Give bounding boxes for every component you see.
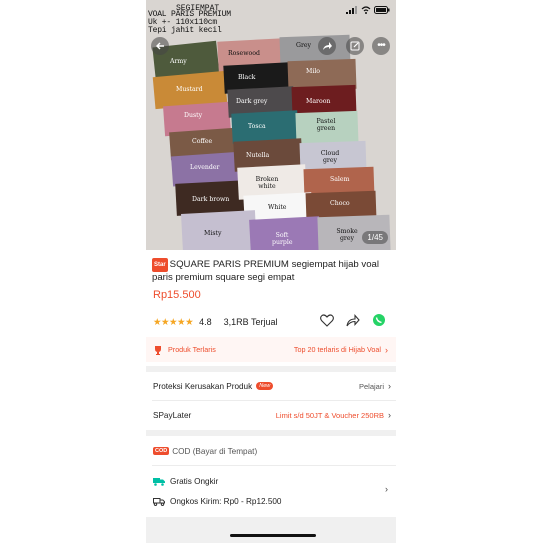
cod-badge: COD xyxy=(153,447,170,455)
back-arrow-icon xyxy=(156,42,164,50)
label-darkgrey: Dark grey xyxy=(236,98,268,105)
rating-stars-icon: ★★★★★ xyxy=(153,316,194,328)
row-divider xyxy=(152,400,396,401)
chevron-right-icon: › xyxy=(388,410,391,420)
caption-line-3: Tepi jahit kecil xyxy=(148,26,222,35)
bottom-area xyxy=(146,517,396,543)
label-smokegrey: Smoke grey xyxy=(336,228,358,242)
truck-icon xyxy=(153,497,165,506)
label-tosca: Tosca xyxy=(248,123,266,130)
rating-value: 4.8 xyxy=(199,317,212,327)
wifi-icon xyxy=(361,6,371,14)
phone-screen: Army Rosewood Grey Mustard Black Milo Du… xyxy=(146,0,396,543)
image-caption: VOAL PARIS PREMIUM Uk +- 110x110cm Tepi … xyxy=(148,11,231,35)
row-divider xyxy=(152,465,396,466)
caption-line-0: SEGIEMPAT xyxy=(176,4,220,13)
signal-icon xyxy=(346,6,357,14)
edit-icon xyxy=(350,41,360,51)
label-choco: Choco xyxy=(330,200,350,207)
spaylater-action[interactable]: Limit s/d 50JT & Voucher 250RB › xyxy=(276,410,391,420)
shipping-cost-label: Ongkos Kirim: Rp0 - Rp12.500 xyxy=(170,496,282,506)
spaylater-detail: Limit s/d 50JT & Voucher 250RB xyxy=(275,410,384,420)
free-shipping-label: Gratis Ongkir xyxy=(170,476,219,486)
share-arrow-icon[interactable] xyxy=(346,313,360,327)
back-button[interactable] xyxy=(151,37,169,55)
chevron-right-icon: › xyxy=(385,344,388,355)
best-seller-label: Produk Terlaris xyxy=(168,345,216,354)
label-dusty: Dusty xyxy=(184,112,203,119)
star-seller-badge: Star xyxy=(152,258,168,272)
label-milo: Milo xyxy=(306,68,321,75)
label-black: Black xyxy=(238,74,256,81)
label-maroon: Maroon xyxy=(306,98,331,105)
label-darkbrown: Dark brown xyxy=(192,196,230,203)
free-shipping-row[interactable]: Gratis Ongkir xyxy=(153,475,391,487)
label-nutella: Nutella xyxy=(246,152,270,159)
label-rosewood: Rosewood xyxy=(228,50,260,57)
best-seller-detail: Top 20 terlaris di Hijab Voal xyxy=(293,345,381,354)
label-mustard: Mustard xyxy=(176,86,203,93)
new-badge: New xyxy=(256,382,274,390)
chevron-right-icon[interactable]: › xyxy=(385,484,388,494)
more-icon: ••• xyxy=(377,40,385,51)
label-white: White xyxy=(268,204,287,211)
label-salem: Salem xyxy=(330,176,350,183)
protection-label: Proteksi Kerusakan Produk xyxy=(153,381,253,391)
sold-count: 3,1RB Terjual xyxy=(223,317,278,327)
label-misty: Misty xyxy=(204,230,222,237)
label-pastelgreen: Pastel green xyxy=(316,118,336,132)
trophy-icon xyxy=(155,345,161,355)
protection-row[interactable]: Proteksi Kerusakan Produk New Pelajari › xyxy=(153,380,391,392)
heart-icon[interactable] xyxy=(320,313,334,327)
shipping-cost-row[interactable]: Ongkos Kirim: Rp0 - Rp12.500 xyxy=(153,495,391,507)
edit-button[interactable] xyxy=(346,37,364,55)
product-title: SQUARE PARIS PREMIUM segiempat hijab voa… xyxy=(152,259,380,283)
learn-link: Pelajari xyxy=(358,381,384,391)
label-levender: Levender xyxy=(190,164,220,171)
share-button[interactable] xyxy=(318,37,336,55)
spaylater-label: SPayLater xyxy=(153,410,192,420)
spaylater-row[interactable]: SPayLater Limit s/d 50JT & Voucher 250RB… xyxy=(153,409,391,421)
protection-action[interactable]: Pelajari › xyxy=(359,381,391,391)
section-divider xyxy=(146,430,396,436)
section-divider xyxy=(146,366,396,372)
status-icons xyxy=(346,6,390,14)
free-shipping-truck-icon xyxy=(153,477,165,486)
label-grey: Grey xyxy=(296,42,312,49)
best-seller-banner[interactable]: Produk Terlaris Top 20 terlaris di Hijab… xyxy=(146,337,396,362)
chevron-right-icon: › xyxy=(388,381,391,391)
battery-icon xyxy=(374,6,390,14)
home-indicator[interactable] xyxy=(230,534,316,537)
share-icon xyxy=(323,42,332,50)
label-coffee: Coffee xyxy=(192,138,213,145)
cod-row: COD COD (Bayar di Tempat) xyxy=(153,445,391,457)
product-image[interactable]: Army Rosewood Grey Mustard Black Milo Du… xyxy=(146,0,396,250)
label-cloudgrey: Cloud grey xyxy=(320,150,340,164)
whatsapp-icon[interactable] xyxy=(372,313,386,327)
product-title-block: Star SQUARE PARIS PREMIUM segiempat hijab… xyxy=(152,258,392,284)
label-softpurple: Soft purple xyxy=(272,232,293,246)
page-indicator: 1/45 xyxy=(362,231,388,244)
action-icons xyxy=(320,313,386,327)
cod-label: COD (Bayar di Tempat) xyxy=(172,446,258,456)
label-army: Army xyxy=(170,58,187,65)
more-button[interactable]: ••• xyxy=(372,37,390,55)
product-price: Rp15.500 xyxy=(153,289,201,301)
label-brokenwhite: Broken white xyxy=(255,176,279,190)
